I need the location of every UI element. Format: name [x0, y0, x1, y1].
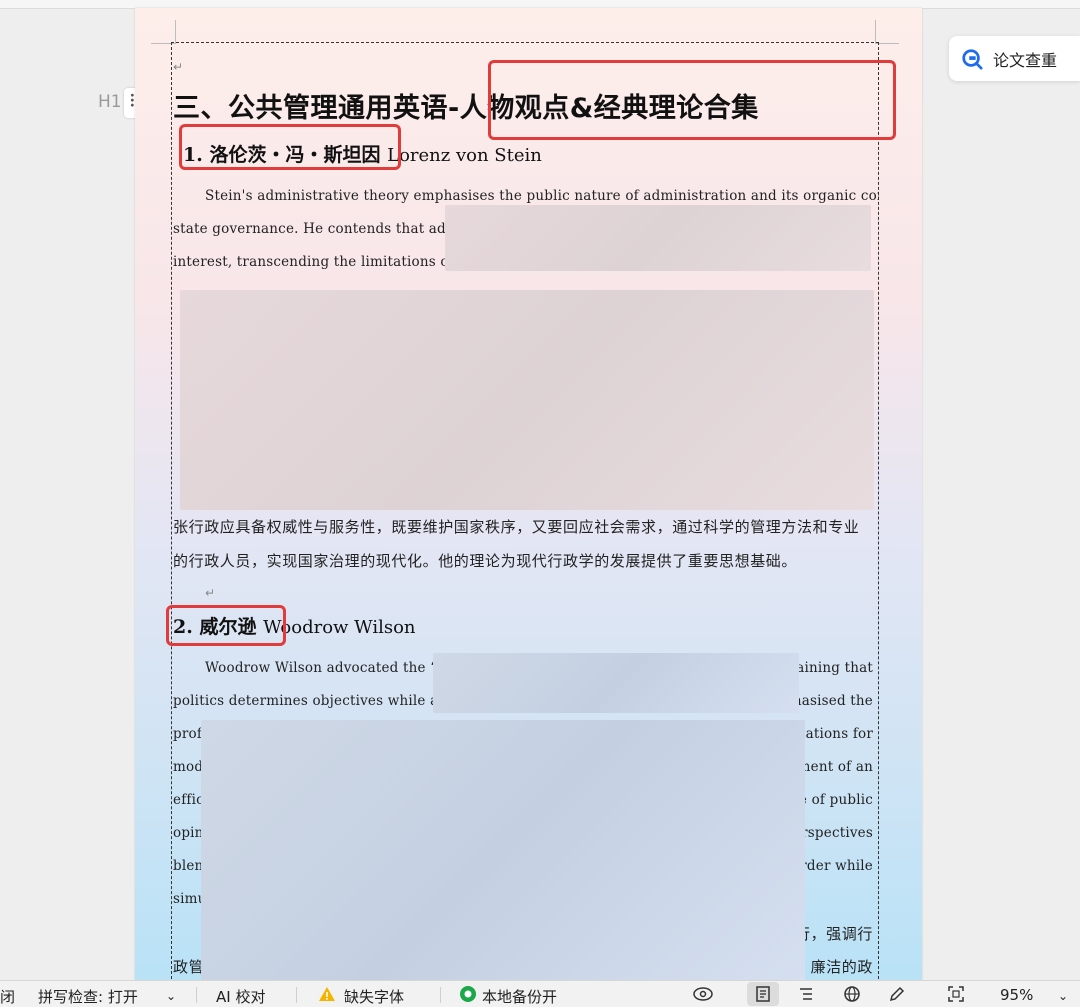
section1-name-en: Lorenz von Stein [387, 145, 542, 166]
highlight-box-section2 [166, 605, 286, 646]
eye-icon[interactable] [692, 985, 714, 1003]
outline-view-icon[interactable] [797, 985, 815, 1003]
backup-status-icon [460, 986, 476, 1002]
page-view-icon[interactable] [754, 985, 772, 1003]
paragraph-mark: ↵ [173, 60, 184, 74]
chevron-down-icon[interactable]: ⌄ [166, 989, 176, 1003]
status-bar: 闭 拼写检查: 打开 ⌄ AI 校对 缺失字体 本地备份开 95% ⌄ [0, 980, 1080, 1007]
paper-check-label: 论文查重 [993, 50, 1058, 70]
divider [440, 987, 441, 1003]
local-backup-status[interactable]: 本地备份开 [482, 986, 557, 1007]
zoom-chevron-icon[interactable]: ⌄ [1058, 989, 1068, 1003]
body-line[interactable]: Stein's administrative theory emphasises… [173, 188, 879, 204]
crop-mark [875, 20, 876, 44]
web-view-icon[interactable] [843, 985, 861, 1003]
redacted-region [433, 653, 799, 713]
pen-icon[interactable] [888, 985, 906, 1003]
paragraph-mark: ↵ [205, 586, 216, 600]
fit-page-icon[interactable] [947, 985, 965, 1003]
highlight-box-title [488, 60, 896, 140]
divider [296, 987, 297, 1003]
redacted-region [201, 720, 805, 980]
missing-fonts-button[interactable]: 缺失字体 [344, 986, 404, 1007]
redacted-region [180, 290, 874, 510]
spell-check-toggle[interactable]: 拼写检查: 打开 [38, 986, 138, 1007]
redacted-region [445, 205, 871, 271]
heading-level-marker: H1 [98, 92, 122, 112]
body-line-cn[interactable]: 张行政应具备权威性与服务性，既要维护国家秩序，又要回应社会需求，通过科学的管理方… [173, 516, 879, 537]
paper-check-button[interactable]: 论文查重 [949, 36, 1080, 81]
status-close-fragment[interactable]: 闭 [0, 986, 15, 1007]
paper-check-icon [962, 48, 983, 70]
document-page[interactable]: ↵ 三、公共管理通用英语-人物观点&经典理论合集 1. 洛伦茨・冯・斯坦因 Lo… [135, 8, 922, 980]
ai-proofread-button[interactable]: AI 校对 [216, 986, 265, 1007]
highlight-box-section1 [179, 124, 401, 170]
zoom-level[interactable]: 95% [1000, 986, 1033, 1004]
body-line-cn[interactable]: 的行政人员，实现国家治理的现代化。他的理论为现代行政学的发展提供了重要思想基础。 [173, 550, 879, 571]
divider [196, 987, 197, 1003]
crop-mark [175, 20, 176, 44]
warning-icon [319, 987, 335, 1001]
